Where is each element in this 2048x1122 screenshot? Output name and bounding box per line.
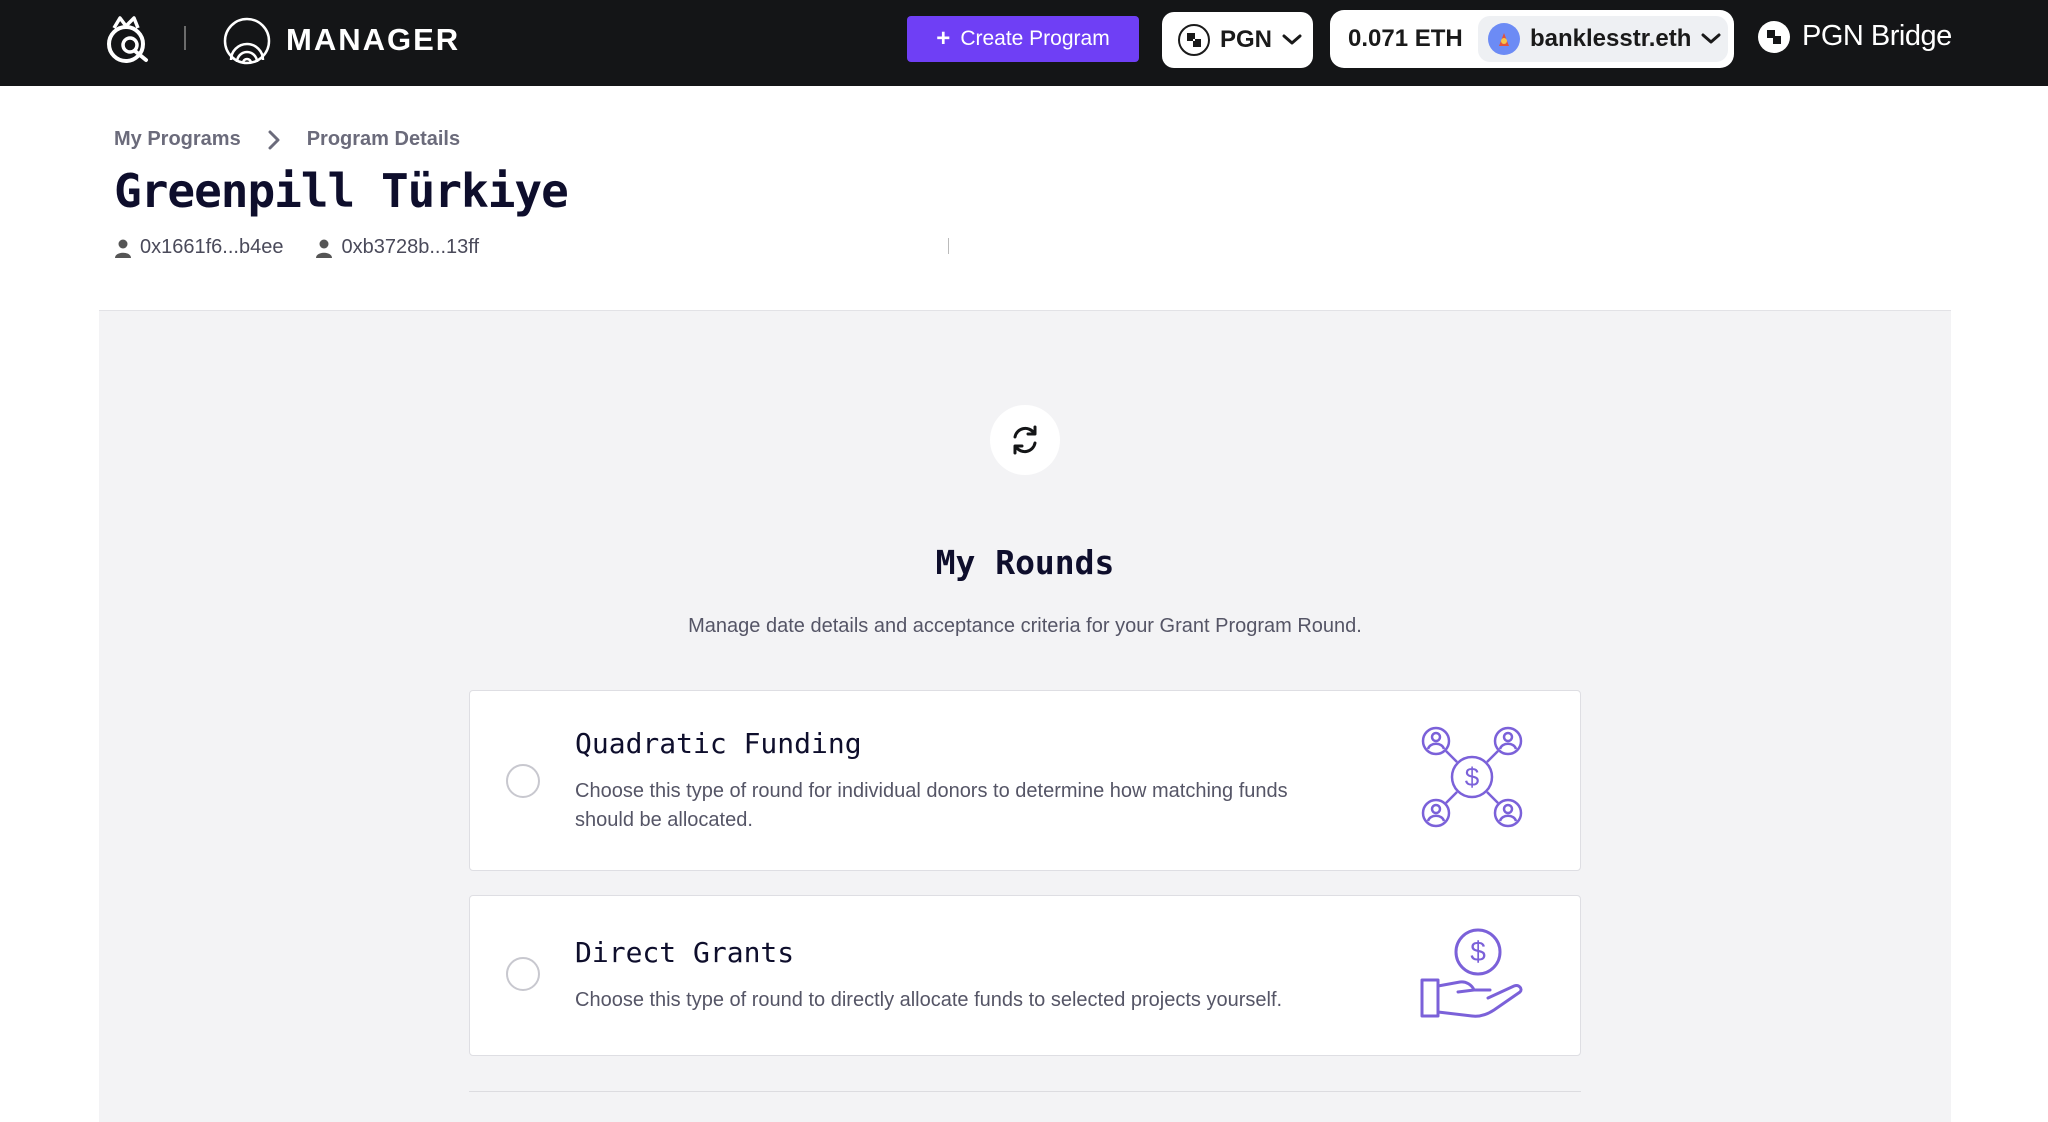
quadratic-funding-network-icon: $ — [1421, 726, 1523, 828]
breadcrumb: My Programs Program Details — [114, 128, 460, 151]
account-avatar — [1488, 23, 1520, 55]
refresh-icon — [1013, 425, 1037, 455]
divider-mark — [948, 238, 949, 254]
user-icon — [115, 239, 131, 258]
network-selector[interactable]: PGN — [1162, 12, 1313, 68]
wallet-widget[interactable]: 0.071 ETH banklesstr.eth — [1330, 10, 1734, 68]
top-navbar: MANAGER + Create Program PGN 0.071 ETH b… — [0, 0, 2048, 86]
chevron-down-icon — [1282, 34, 1302, 45]
manager-logo-icon — [223, 17, 271, 65]
pgn-bridge-label: PGN Bridge — [1802, 20, 1952, 52]
user-icon — [316, 239, 333, 258]
my-rounds-subtitle: Manage date details and acceptance crite… — [688, 615, 1362, 637]
manager-title: MANAGER — [286, 22, 461, 57]
round-option-title: Direct Grants — [575, 936, 795, 969]
create-program-button[interactable]: + Create Program — [907, 16, 1139, 62]
hand-dollar-icon: $ — [1420, 928, 1523, 1018]
round-option-direct-grants[interactable]: Direct Grants Choose this type of round … — [469, 895, 1581, 1056]
plus-icon: + — [936, 25, 951, 52]
quadratic-funding-radio[interactable] — [506, 764, 540, 798]
my-rounds-title: My Rounds — [935, 543, 1115, 582]
svg-text:$: $ — [1470, 936, 1486, 967]
refresh-badge — [990, 405, 1060, 475]
nav-divider — [184, 26, 186, 50]
owner-address-text: 0xb3728b...13ff — [341, 236, 479, 258]
owner-address-text: 0x1661f6...b4ee — [140, 236, 284, 258]
program-owners: 0x1661f6...b4ee 0xb3728b...13ff — [114, 236, 479, 259]
pgn-bridge-icon — [1758, 20, 1790, 53]
round-option-description: Choose this type of round for individual… — [575, 780, 1288, 831]
network-name: PGN — [1220, 26, 1273, 53]
rounds-panel: My Rounds Manage date details and accept… — [99, 310, 1951, 1122]
avatar-flag-icon — [1499, 33, 1509, 46]
page-title: Greenpill Türkiye — [114, 164, 569, 218]
section-divider — [469, 1091, 1581, 1092]
pgn-bridge-link[interactable]: PGN Bridge — [1758, 20, 1952, 53]
create-program-label: Create Program — [960, 27, 1110, 50]
wallet-balance: 0.071 ETH — [1348, 25, 1463, 52]
owner-address: 0x1661f6...b4ee — [114, 236, 283, 259]
chevron-down-icon — [1701, 33, 1721, 44]
direct-grants-radio[interactable] — [506, 957, 540, 991]
round-option-quadratic-funding[interactable]: Quadratic Funding Choose this type of ro… — [469, 690, 1581, 871]
chevron-right-icon — [268, 130, 280, 149]
gitcoin-logo-icon[interactable] — [104, 14, 152, 66]
breadcrumb-my-programs[interactable]: My Programs — [114, 128, 241, 151]
breadcrumb-program-details[interactable]: Program Details — [307, 128, 460, 151]
round-option-description: Choose this type of round to directly al… — [575, 989, 1283, 1011]
account-button[interactable]: banklesstr.eth — [1478, 16, 1728, 62]
owner-address: 0xb3728b...13ff — [315, 236, 479, 259]
ens-name: banklesstr.eth — [1530, 25, 1692, 52]
round-option-title: Quadratic Funding — [575, 727, 862, 760]
pgn-chain-icon — [1178, 24, 1210, 56]
svg-text:$: $ — [1465, 762, 1480, 792]
